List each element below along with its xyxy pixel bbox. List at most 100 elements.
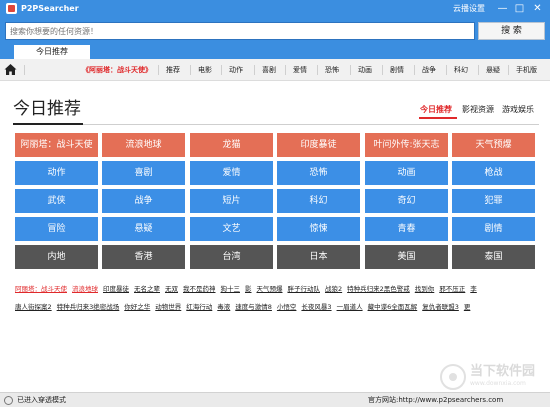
- cloud-settings-link[interactable]: 云播设置: [453, 3, 485, 14]
- tile-comedy[interactable]: 喜剧: [102, 161, 185, 185]
- tile-thugs-of-hindostan[interactable]: 印度暴徒: [277, 133, 360, 157]
- tile-horror[interactable]: 恐怖: [277, 161, 360, 185]
- tile-mainland[interactable]: 内地: [15, 245, 98, 269]
- tile-alita[interactable]: 阿丽塔：战斗天使: [15, 133, 98, 157]
- tile-gunfight[interactable]: 枪战: [452, 161, 535, 185]
- nav-item-scifi[interactable]: 科幻: [454, 59, 468, 81]
- list-item[interactable]: 你好之华: [124, 301, 150, 313]
- tile-usa[interactable]: 美国: [365, 245, 448, 269]
- list-item[interactable]: 胖子行动队: [288, 283, 321, 295]
- nav-item-romance[interactable]: 爱情: [293, 59, 307, 81]
- tile-thailand[interactable]: 泰国: [452, 245, 535, 269]
- list-item[interactable]: 唐人街探案2: [15, 301, 52, 313]
- list-item[interactable]: 流浪地球: [72, 283, 98, 295]
- nav-item-movie[interactable]: 电影: [198, 59, 212, 81]
- list-item[interactable]: 一眉道人: [337, 301, 363, 313]
- list-item[interactable]: 影: [245, 283, 252, 295]
- nav-item-comedy[interactable]: 喜剧: [262, 59, 276, 81]
- watermark-logo: 当下软件园 www.downxia.com: [440, 363, 546, 391]
- list-item[interactable]: 找到你: [415, 283, 435, 295]
- tile-japan[interactable]: 日本: [277, 245, 360, 269]
- list-item[interactable]: 天气预爆: [257, 283, 283, 295]
- nav-divider: [414, 65, 415, 75]
- list-item[interactable]: 速度与激情8: [235, 301, 272, 313]
- tile-hongkong[interactable]: 香港: [102, 245, 185, 269]
- category-nav: 《阿丽塔：战斗天使》 推荐 电影 动作 喜剧 爱情 恐怖 动画 剧情 战争 科幻…: [0, 59, 550, 81]
- section-tab-games[interactable]: 游戏娱乐: [502, 104, 534, 115]
- tile-scifi[interactable]: 科幻: [277, 189, 360, 213]
- tab-today[interactable]: 今日推荐: [14, 45, 90, 59]
- watermark-icon: [440, 364, 466, 390]
- nav-item-mobile[interactable]: 手机版: [516, 59, 537, 81]
- nav-item-drama[interactable]: 剧情: [390, 59, 404, 81]
- tile-drama[interactable]: 剧情: [452, 217, 535, 241]
- list-item[interactable]: 阿丽塔：战斗天使: [15, 283, 67, 295]
- list-item[interactable]: 李: [470, 283, 477, 295]
- tile-wandering-earth[interactable]: 流浪地球: [102, 133, 185, 157]
- nav-divider: [317, 65, 318, 75]
- tab-bar: 今日推荐: [0, 45, 550, 59]
- list-item[interactable]: 藏中谍6全面瓦解: [368, 301, 418, 313]
- search-button[interactable]: 搜 索: [478, 22, 545, 40]
- list-item[interactable]: 我不是药神: [183, 283, 216, 295]
- tile-crime[interactable]: 犯罪: [452, 189, 535, 213]
- tile-animation[interactable]: 动画: [365, 161, 448, 185]
- watermark-text: 当下软件园: [470, 364, 536, 379]
- tile-weather-forecast[interactable]: 天气预爆: [452, 133, 535, 157]
- list-item[interactable]: 小悟空: [277, 301, 297, 313]
- official-site-link[interactable]: 官方网站:http://www.p2psearchers.com: [368, 393, 503, 407]
- nav-item-suspense[interactable]: 悬疑: [486, 59, 500, 81]
- title-underline: [13, 123, 83, 125]
- link-row-1: 阿丽塔：战斗天使 流浪地球 印度暴徒 无名之辈 无双 我不是药神 狗十三影天气预爆 胖子行动队…: [15, 283, 482, 295]
- list-item[interactable]: 战狼2: [325, 283, 342, 295]
- tile-totoro[interactable]: 龙猫: [190, 133, 273, 157]
- list-item[interactable]: 毒液: [217, 301, 230, 313]
- active-tab-indicator: [419, 117, 457, 119]
- tile-master-z[interactable]: 叶问外传:张天志: [365, 133, 448, 157]
- status-icon: [4, 396, 13, 405]
- list-item[interactable]: 狗十三: [221, 283, 241, 295]
- section-tab-today[interactable]: 今日推荐: [420, 104, 452, 115]
- tile-war[interactable]: 战争: [102, 189, 185, 213]
- tile-fantasy[interactable]: 奇幻: [365, 189, 448, 213]
- list-item[interactable]: 印度暴徒: [103, 283, 129, 295]
- nav-item-war[interactable]: 战争: [422, 59, 436, 81]
- list-item[interactable]: 长夜风暴3: [301, 301, 331, 313]
- tile-adventure[interactable]: 冒险: [15, 217, 98, 241]
- list-item[interactable]: 无名之辈: [134, 283, 160, 295]
- list-item[interactable]: 特种兵归来2黑色警戒: [347, 283, 410, 295]
- list-item[interactable]: 特种兵归来3绝密战场: [57, 301, 120, 313]
- tile-art[interactable]: 文艺: [190, 217, 273, 241]
- tile-youth[interactable]: 青春: [365, 217, 448, 241]
- search-input[interactable]: [5, 22, 475, 40]
- nav-divider: [190, 65, 191, 75]
- page-title: 今日推荐: [13, 99, 81, 119]
- nav-item-horror[interactable]: 恐怖: [325, 59, 339, 81]
- nav-item-recommend[interactable]: 推荐: [166, 59, 180, 81]
- close-icon[interactable]: ✕: [530, 1, 545, 16]
- section-tab-video[interactable]: 影视资源: [462, 104, 494, 115]
- tile-short[interactable]: 短片: [190, 189, 273, 213]
- tile-action[interactable]: 动作: [15, 161, 98, 185]
- minimize-icon[interactable]: —: [495, 1, 510, 16]
- list-item[interactable]: 邪不压正: [439, 283, 465, 295]
- list-item[interactable]: 无双: [165, 283, 178, 295]
- nav-divider: [254, 65, 255, 75]
- tile-suspense[interactable]: 悬疑: [102, 217, 185, 241]
- nav-item-action[interactable]: 动作: [229, 59, 243, 81]
- search-bar: 搜 索: [0, 17, 550, 45]
- list-item[interactable]: 动物世界: [155, 301, 181, 313]
- list-item[interactable]: 复仇者联盟3: [422, 301, 459, 313]
- home-icon[interactable]: [4, 63, 17, 76]
- list-item[interactable]: 更: [464, 301, 471, 313]
- tile-thriller[interactable]: 惊悚: [277, 217, 360, 241]
- nav-item-animation[interactable]: 动画: [358, 59, 372, 81]
- list-item[interactable]: 红海行动: [186, 301, 212, 313]
- nav-item-featured[interactable]: 《阿丽塔：战斗天使》: [82, 59, 152, 81]
- section-divider: [13, 124, 539, 125]
- tile-romance[interactable]: 爱情: [190, 161, 273, 185]
- tile-wuxia[interactable]: 武侠: [15, 189, 98, 213]
- app-logo-icon: [6, 3, 17, 14]
- tile-taiwan[interactable]: 台湾: [190, 245, 273, 269]
- maximize-icon[interactable]: □: [512, 1, 527, 16]
